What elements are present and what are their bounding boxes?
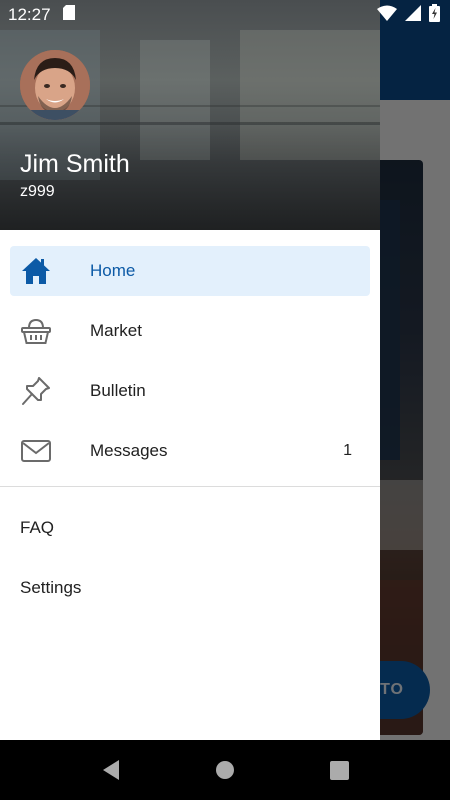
sd-card-icon xyxy=(62,5,75,25)
screen: TO Jim Smith xyxy=(0,0,450,800)
back-icon[interactable] xyxy=(99,758,123,782)
signal-icon xyxy=(405,4,421,26)
basket-icon xyxy=(20,315,52,347)
nav-label-settings: Settings xyxy=(20,578,82,597)
drawer-nav-list: Home Market Bulletin Messages 1 xyxy=(0,230,380,476)
status-bar: 12:27 xyxy=(0,0,450,30)
nav-label-market: Market xyxy=(90,321,142,340)
status-time: 12:27 xyxy=(8,5,51,24)
home-button-icon[interactable] xyxy=(213,758,237,782)
nav-item-bulletin[interactable]: Bulletin xyxy=(10,366,370,416)
nav-label-messages: Messages xyxy=(90,441,168,460)
pushpin-icon xyxy=(20,375,52,407)
nav-item-faq[interactable]: FAQ xyxy=(0,498,380,558)
nav-label-faq: FAQ xyxy=(20,518,55,537)
wifi-icon xyxy=(377,5,397,26)
nav-item-home[interactable]: Home xyxy=(10,246,370,296)
battery-charging-icon xyxy=(429,3,440,27)
home-icon xyxy=(20,255,52,287)
nav-label-home: Home xyxy=(90,261,136,280)
navigation-drawer: Jim Smith z999 Home Market Bulletin Mess… xyxy=(0,0,380,740)
avatar[interactable] xyxy=(20,50,90,120)
user-id: z999 xyxy=(20,183,55,200)
envelope-icon xyxy=(20,435,52,467)
messages-count-badge: 1 xyxy=(343,442,352,459)
recents-icon[interactable] xyxy=(327,758,351,782)
user-name: Jim Smith xyxy=(20,150,130,178)
avatar-photo xyxy=(20,50,90,120)
drawer-secondary-list: FAQ Settings xyxy=(0,487,380,618)
nav-label-bulletin: Bulletin xyxy=(90,381,146,400)
nav-item-settings[interactable]: Settings xyxy=(0,558,380,618)
drawer-header: Jim Smith z999 xyxy=(0,0,380,230)
nav-item-messages[interactable]: Messages 1 xyxy=(10,426,370,476)
nav-item-market[interactable]: Market xyxy=(10,306,370,356)
system-navigation-bar xyxy=(0,740,450,800)
